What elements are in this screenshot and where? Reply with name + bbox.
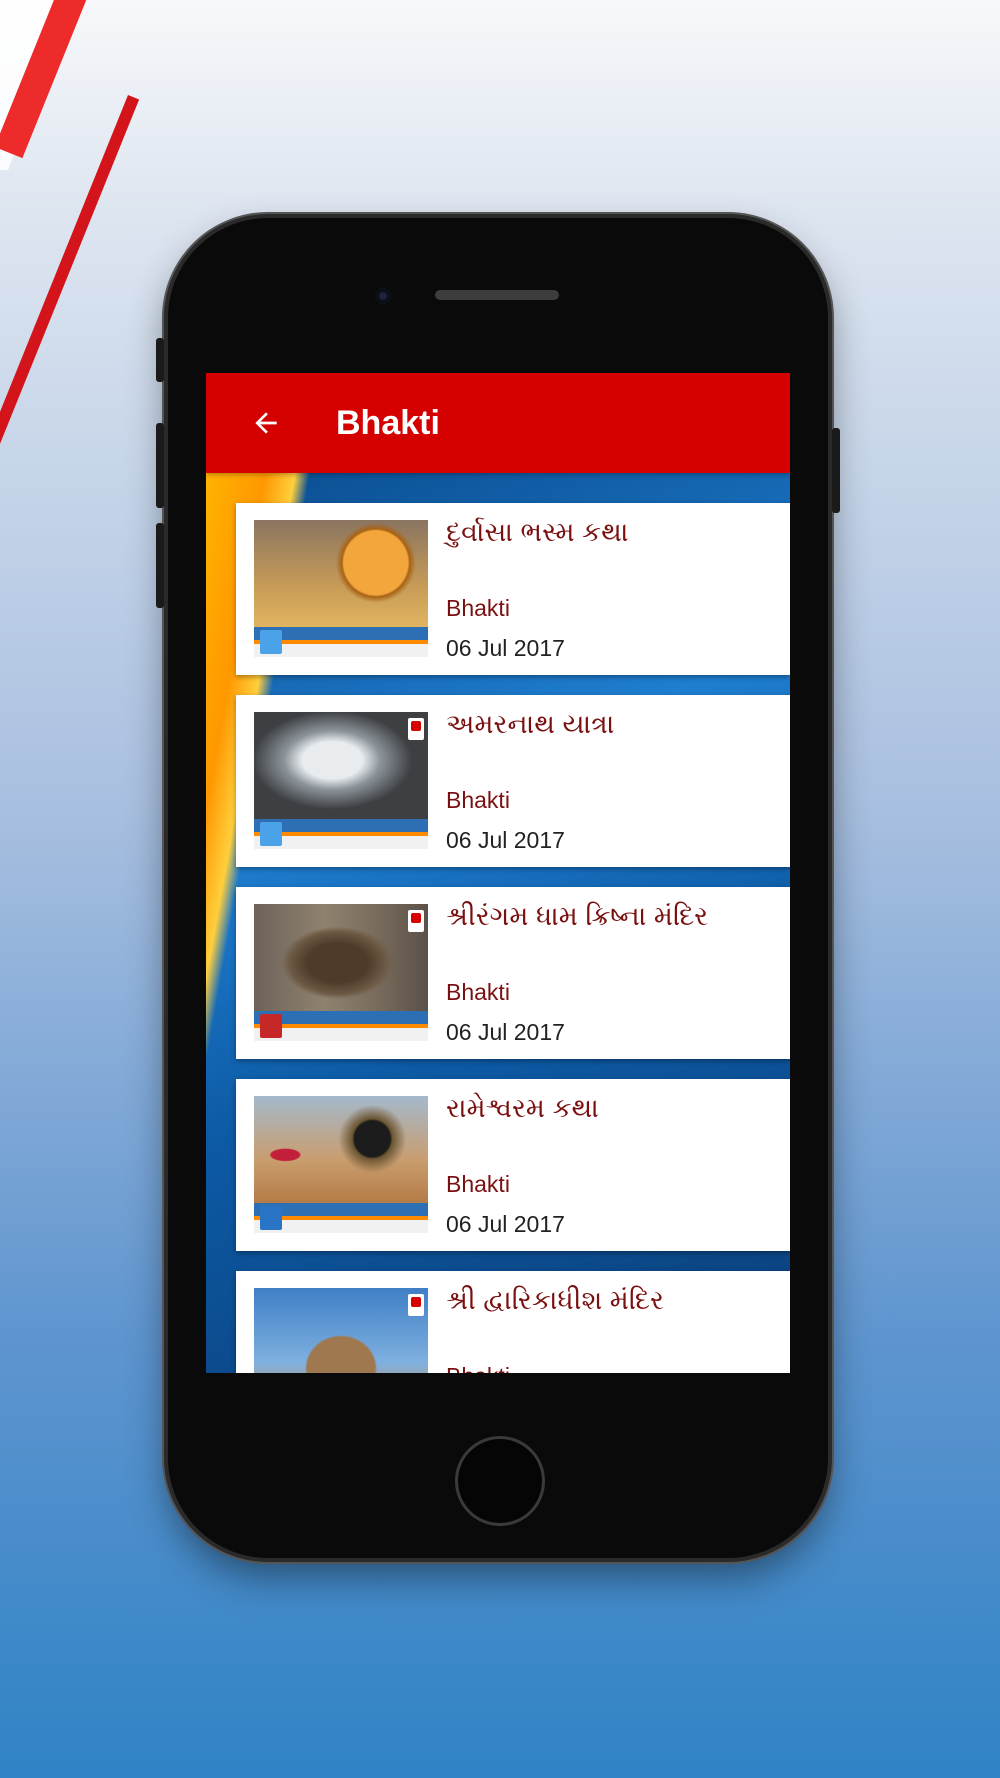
page-title: Bhakti <box>336 403 440 442</box>
video-thumbnail <box>254 1288 428 1373</box>
phone-volume-up <box>156 423 164 508</box>
list-item[interactable]: અમરનાથ યાત્રા Bhakti 06 Jul 2017 <box>236 695 790 867</box>
list-item[interactable]: રામેશ્વરમ કથા Bhakti 06 Jul 2017 <box>236 1079 790 1251</box>
item-title: શ્રીરંગમ ધામ ક્રિષ્ના મંદિર <box>446 901 709 931</box>
video-thumbnail <box>254 712 428 849</box>
video-thumbnail <box>254 904 428 1041</box>
item-title: રામેશ્વરમ કથા <box>446 1093 599 1123</box>
phone-frame: Bhakti દુર્વાસા ભસ્મ કથા Bhakti 06 Jul 2… <box>156 218 840 1558</box>
arrow-left-icon[interactable] <box>248 405 284 441</box>
item-category: Bhakti <box>446 1171 510 1197</box>
app-screen: Bhakti દુર્વાસા ભસ્મ કથા Bhakti 06 Jul 2… <box>206 373 790 1373</box>
item-date: 06 Jul 2017 <box>446 1019 565 1045</box>
list-item[interactable]: શ્રીરંગમ ધામ ક્રિષ્ના મંદિર Bhakti 06 Ju… <box>236 887 790 1059</box>
item-date: 06 Jul 2017 <box>446 827 565 853</box>
item-category: Bhakti <box>446 979 510 1005</box>
phone-volume-down <box>156 523 164 608</box>
front-camera <box>375 288 391 304</box>
item-category: Bhakti <box>446 1363 510 1373</box>
item-title: શ્રી દ્વારિકાધીશ મંદિર <box>446 1285 664 1315</box>
list-item[interactable]: દુર્વાસા ભસ્મ કથા Bhakti 06 Jul 2017 <box>236 503 790 675</box>
earpiece-speaker <box>435 290 559 300</box>
app-bar: Bhakti <box>206 373 790 473</box>
list-item[interactable]: શ્રી દ્વારિકાધીશ મંદિર Bhakti <box>236 1271 790 1373</box>
item-title: દુર્વાસા ભસ્મ કથા <box>446 517 629 547</box>
home-button[interactable] <box>455 1436 545 1526</box>
video-thumbnail <box>254 520 428 657</box>
phone-power-button <box>832 428 840 513</box>
news-list: દુર્વાસા ભસ્મ કથા Bhakti 06 Jul 2017 અમર… <box>236 503 790 1373</box>
item-date: 06 Jul 2017 <box>446 635 565 661</box>
phone-mute-switch <box>156 338 164 382</box>
content-background: દુર્વાસા ભસ્મ કથા Bhakti 06 Jul 2017 અમર… <box>206 473 790 1373</box>
item-date: 06 Jul 2017 <box>446 1211 565 1237</box>
item-title: અમરનાથ યાત્રા <box>446 709 615 739</box>
item-category: Bhakti <box>446 595 510 621</box>
item-category: Bhakti <box>446 787 510 813</box>
video-thumbnail <box>254 1096 428 1233</box>
